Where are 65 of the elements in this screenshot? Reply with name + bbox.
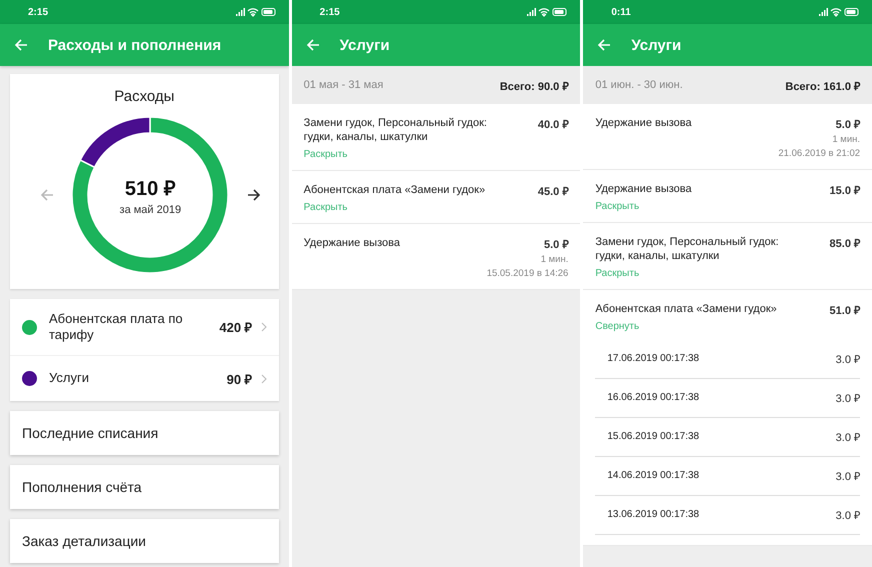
service-amount: 5.0 ₽ — [836, 118, 860, 131]
chevron-icon — [260, 374, 267, 384]
chevron-icon — [260, 322, 267, 332]
service-name: Удержание вызова — [595, 182, 692, 197]
breakdown-row[interactable]: Абонентская плата по тарифу 420 ₽ — [10, 299, 279, 355]
status-time: 0:11 — [611, 6, 631, 18]
service-amount: 5.0 ₽ — [544, 238, 568, 251]
call-duration: 1 мин. — [540, 254, 568, 265]
status-icons — [234, 7, 277, 17]
service-name: Абонентская плата «Замени гудок» — [304, 182, 486, 198]
next-button[interactable] — [246, 188, 261, 202]
category-amount: 90 ₽ — [226, 370, 253, 388]
charge-amount: 3.0 ₽ — [836, 470, 860, 484]
right-arrow-icon — [246, 188, 261, 202]
status-icons — [818, 7, 860, 17]
call-duration: 1 мин. — [831, 134, 860, 145]
menu-card[interactable]: Последние списания — [10, 411, 279, 455]
service-name: Удержание вызова — [595, 116, 692, 131]
menu-card[interactable]: Пополнения счёта — [10, 465, 279, 509]
back-arrow-icon — [306, 38, 320, 52]
charge-date: 15.06.2019 00:17:38 — [607, 431, 700, 442]
charge-date: 13.06.2019 00:17:38 — [607, 509, 700, 520]
period-total: Всего: 90.0 ₽ — [500, 80, 568, 92]
charge-amount: 3.0 ₽ — [836, 509, 860, 522]
call-date: 21.06.2019 в 21:02 — [777, 148, 860, 159]
back-arrow-icon — [597, 38, 612, 52]
service-amount: 85.0 ₽ — [830, 237, 860, 252]
call-date: 15.05.2019 в 14:26 — [486, 268, 568, 279]
menu-card[interactable]: Заказ детализации — [10, 519, 279, 563]
status-time: 2:15 — [320, 6, 340, 18]
period-total: Всего: 161.0 ₽ — [785, 80, 860, 92]
charge-amount: 3.0 ₽ — [836, 353, 860, 366]
back-arrow-icon — [14, 38, 28, 52]
category-label: Абонентская плата по тарифу — [49, 310, 184, 344]
screen-title: Расходы и пополнения — [48, 36, 222, 54]
total-amount: 510 ₽ — [124, 177, 176, 201]
back-button[interactable] — [597, 38, 612, 52]
category-amount: 420 ₽ — [219, 319, 253, 336]
back-button[interactable] — [14, 38, 28, 52]
service-amount: 40.0 ₽ — [538, 118, 568, 133]
period-range: 01 июн. - 30 июн. — [595, 79, 683, 91]
charge-date: 17.06.2019 00:17:38 — [607, 353, 700, 364]
breakdown-row[interactable]: Услуги 90 ₽ — [10, 355, 279, 401]
screen-title: Услуги — [631, 36, 682, 54]
card-title: Расходы — [114, 88, 174, 105]
status-icons — [526, 7, 568, 17]
service-name: Удержание вызова — [304, 236, 400, 251]
charge-amount: 3.0 ₽ — [836, 392, 860, 406]
service-amount: 51.0 ₽ — [830, 304, 860, 317]
charge-date: 14.06.2019 00:17:38 — [607, 470, 700, 482]
period-range: 01 мая - 31 мая — [304, 79, 384, 91]
charge-amount: 3.0 ₽ — [836, 431, 860, 444]
left-arrow-icon — [40, 188, 54, 202]
service-name: Замени гудок, Персональный гудок: гудки, каналы, шкатулки — [595, 235, 780, 264]
previous-button[interactable] — [40, 188, 54, 202]
charge-date: 16.06.2019 00:17:38 — [607, 392, 700, 404]
service-amount: 15.0 ₽ — [830, 184, 860, 197]
status-time: 2:15 — [28, 6, 48, 18]
service-amount: 45.0 ₽ — [538, 184, 568, 198]
category-label: Услуги — [49, 370, 90, 387]
back-button[interactable] — [306, 38, 320, 52]
screen-title: Услуги — [340, 36, 390, 54]
period-label: за май 2019 — [120, 204, 182, 216]
service-name: Замени гудок, Персональный гудок: гудки, каналы, шкатулки — [304, 116, 488, 145]
service-name: Абонентская плата «Замени гудок» — [595, 302, 777, 317]
